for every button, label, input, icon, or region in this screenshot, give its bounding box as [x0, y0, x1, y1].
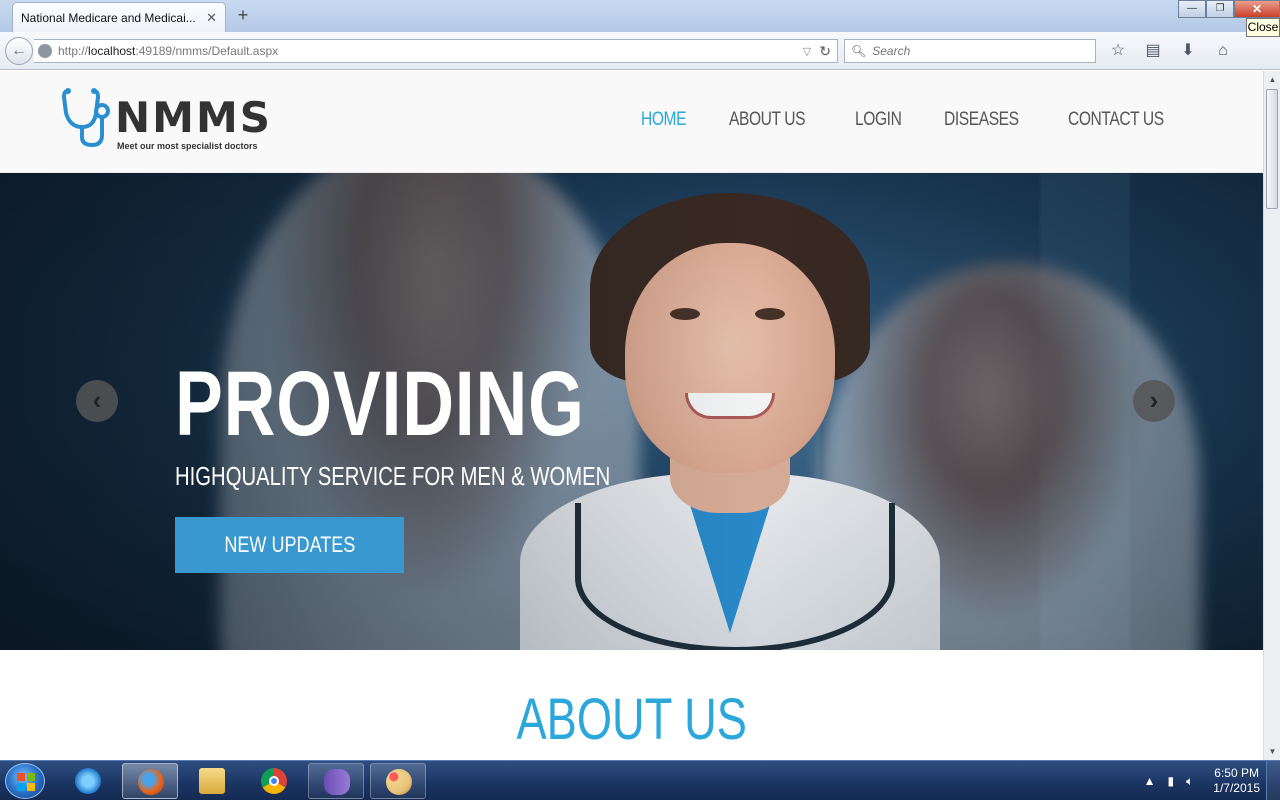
- new-updates-button[interactable]: NEW UPDATES: [175, 517, 404, 573]
- toolbar-icons: ☆ ▤ ⬇ ⌂ ☰: [1104, 40, 1259, 97]
- logo-tagline: Meet our most specialist doctors: [117, 141, 258, 151]
- menu-item-login[interactable]: LOGIN: [855, 109, 902, 131]
- scroll-down-icon[interactable]: ▼: [1264, 743, 1280, 760]
- chrome-icon: [261, 768, 287, 794]
- address-bar[interactable]: http://localhost:49189/nmms/Default.aspx…: [34, 39, 838, 63]
- chevron-left-icon: ‹: [92, 385, 102, 415]
- volume-icon[interactable]: 🔈︎: [1186, 774, 1193, 789]
- menu-item-home[interactable]: HOME: [641, 109, 687, 131]
- taskbar-internet-explorer[interactable]: [60, 763, 116, 799]
- page-scrollbar[interactable]: ▲ ▼: [1263, 71, 1280, 760]
- search-icon: 🔍︎: [851, 44, 867, 58]
- windows-logo-icon: [17, 773, 35, 791]
- search-input[interactable]: [872, 44, 1083, 58]
- browser-tab[interactable]: National Medicare and Medicai... ✕: [12, 2, 226, 32]
- close-window-button[interactable]: ✕: [1234, 0, 1280, 18]
- stethoscope-logo-icon: [62, 88, 110, 147]
- battery-icon[interactable]: ▮: [1167, 774, 1174, 788]
- hero-title: PROVIDING: [175, 353, 585, 455]
- arrow-left-icon: ←: [11, 42, 27, 59]
- close-tooltip: Close: [1246, 18, 1280, 37]
- internet-explorer-icon: [75, 768, 101, 794]
- window-controls: — ❐ ✕: [1178, 0, 1280, 18]
- minimize-button[interactable]: —: [1178, 0, 1206, 18]
- url-text[interactable]: http://localhost:49189/nmms/Default.aspx: [58, 44, 803, 58]
- reload-icon[interactable]: ↻: [819, 43, 831, 60]
- browser-navbar: ← http://localhost:49189/nmms/Default.as…: [0, 32, 1280, 97]
- about-us-heading: ABOUT US: [516, 687, 747, 752]
- file-explorer-icon: [199, 768, 225, 794]
- show-desktop-button[interactable]: [1266, 761, 1280, 800]
- hero-slider: ‹ › PROVIDING HIGHQUALITY SERVICE FOR ME…: [0, 173, 1263, 650]
- taskbar-chrome[interactable]: [246, 763, 302, 799]
- slider-next-button[interactable]: ›: [1133, 380, 1175, 422]
- taskbar-firefox[interactable]: [122, 763, 178, 799]
- menu-item-diseases[interactable]: DISEASES: [944, 109, 1019, 131]
- bookmark-star-icon[interactable]: ☆: [1104, 40, 1132, 62]
- taskbar-file-explorer[interactable]: [184, 763, 240, 799]
- download-icon[interactable]: ⬇: [1174, 40, 1202, 62]
- taskbar-paint[interactable]: [370, 763, 426, 799]
- visual-studio-icon: [324, 769, 350, 795]
- chevron-right-icon: ›: [1149, 385, 1159, 415]
- hero-subtitle: HIGHQUALITY SERVICE FOR MEN & WOMEN: [175, 461, 611, 491]
- clock-time: 6:50 PM: [1214, 766, 1259, 780]
- globe-icon: [38, 44, 52, 58]
- slider-prev-button[interactable]: ‹: [76, 380, 118, 422]
- clock[interactable]: 6:50 PM 1/7/2015: [1213, 766, 1260, 796]
- page-viewport: NMMS Meet our most specialist doctors HO…: [0, 71, 1263, 760]
- site-logo[interactable]: NMMS Meet our most specialist doctors: [60, 87, 280, 157]
- new-tab-button[interactable]: +: [233, 5, 253, 25]
- bookmarks-list-icon[interactable]: ▤: [1139, 40, 1167, 62]
- windows-taskbar: ▲ ▮ 🔈︎ 6:50 PM 1/7/2015: [0, 760, 1280, 800]
- search-bar[interactable]: 🔍︎: [844, 39, 1096, 63]
- show-hidden-icons-icon[interactable]: ▲: [1144, 774, 1156, 788]
- clock-date: 1/7/2015: [1213, 781, 1260, 795]
- maximize-button[interactable]: ❐: [1206, 0, 1234, 18]
- scroll-thumb[interactable]: [1266, 89, 1278, 209]
- start-button[interactable]: [5, 763, 45, 799]
- scroll-up-icon[interactable]: ▲: [1264, 71, 1280, 88]
- back-button[interactable]: ←: [5, 37, 33, 65]
- browser-titlebar: National Medicare and Medicai... ✕ + — ❐…: [0, 0, 1280, 37]
- taskbar-visual-studio[interactable]: [308, 763, 364, 799]
- menu-item-about-us[interactable]: ABOUT US: [729, 109, 805, 131]
- main-menu: HOME ABOUT US LOGIN DISEASES CONTACT US: [608, 109, 1185, 131]
- site-header: NMMS Meet our most specialist doctors HO…: [0, 71, 1263, 173]
- home-icon[interactable]: ⌂: [1209, 40, 1237, 62]
- menu-item-contact-us[interactable]: CONTACT US: [1068, 109, 1164, 131]
- tab-title: National Medicare and Medicai...: [21, 10, 196, 25]
- logo-text: NMMS: [115, 93, 272, 142]
- tab-close-icon[interactable]: ✕: [206, 10, 217, 26]
- system-tray: ▲ ▮ 🔈︎ 6:50 PM 1/7/2015: [1144, 761, 1260, 800]
- paint-icon: [386, 769, 412, 795]
- history-dropdown-icon[interactable]: ▽: [803, 45, 811, 58]
- firefox-icon: [138, 769, 164, 795]
